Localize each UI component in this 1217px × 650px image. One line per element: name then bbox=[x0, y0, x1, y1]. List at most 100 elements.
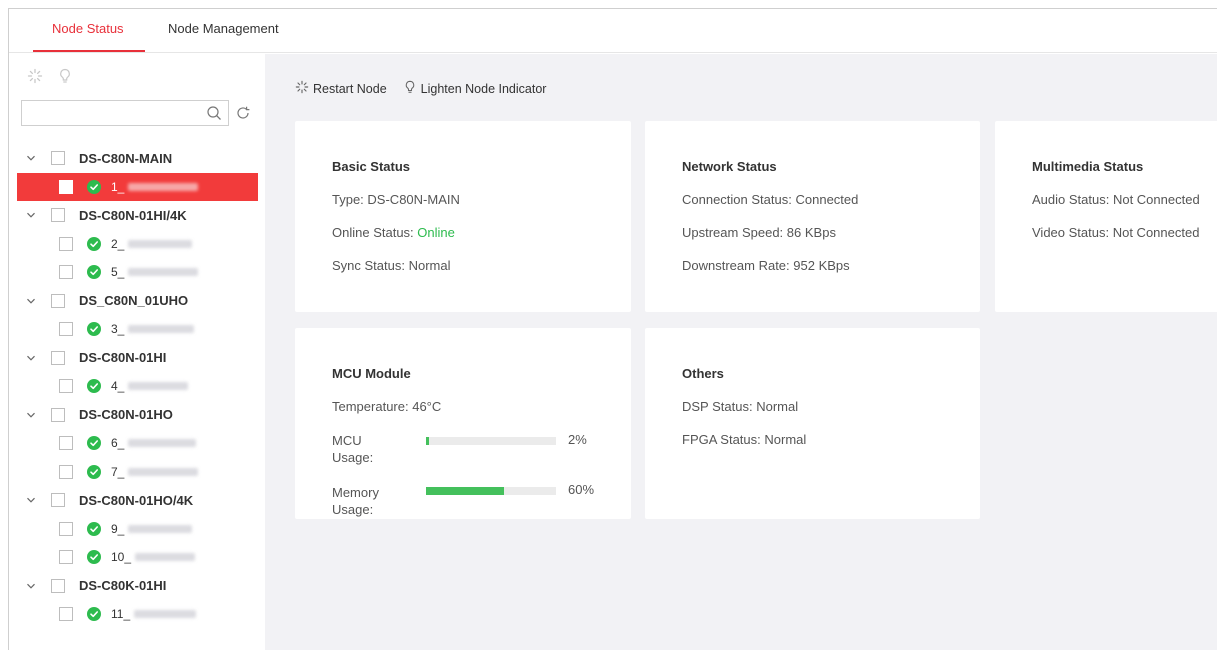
node-name: 9_ bbox=[111, 521, 125, 536]
tree-group[interactable]: DS_C80N_01UHO bbox=[9, 287, 264, 316]
group-checkbox[interactable] bbox=[51, 407, 65, 422]
tree-node[interactable]: 9_ bbox=[9, 515, 264, 544]
online-status-row: Online Status: Online bbox=[332, 225, 455, 240]
chevron-down-icon[interactable] bbox=[25, 152, 37, 164]
app-frame: Node Status Node Management DS-C80N-MAIN… bbox=[8, 8, 1217, 650]
tree-node[interactable]: 6_ bbox=[9, 429, 264, 458]
tree-node[interactable]: 5_ bbox=[9, 258, 264, 287]
group-checkbox[interactable] bbox=[51, 151, 65, 166]
redacted-ip bbox=[135, 553, 196, 562]
node-checkbox[interactable] bbox=[59, 550, 73, 565]
group-name: DS-C80N-01HO bbox=[79, 407, 173, 423]
lighten-node-indicator-button[interactable]: Lighten Node Indicator bbox=[403, 80, 546, 97]
node-checkbox[interactable] bbox=[59, 236, 73, 251]
tree-node[interactable]: 4_ bbox=[9, 372, 264, 401]
node-name: 5_ bbox=[111, 265, 125, 280]
chevron-down-icon[interactable] bbox=[25, 409, 37, 421]
online-check-icon bbox=[87, 379, 101, 394]
node-checkbox[interactable] bbox=[59, 521, 73, 536]
dsp-status-row: DSP Status: Normal bbox=[682, 399, 798, 414]
tree-node[interactable]: 2_ bbox=[9, 230, 264, 259]
sync-status-row: Sync Status: Normal bbox=[332, 258, 451, 273]
tree-group[interactable]: DS-C80K-01HI bbox=[9, 572, 264, 601]
tree-node[interactable]: 7_ bbox=[9, 458, 264, 487]
tab-bar: Node Status Node Management bbox=[9, 9, 1217, 53]
group-name: DS-C80N-MAIN bbox=[79, 150, 173, 166]
online-check-icon bbox=[87, 265, 101, 280]
group-name: DS_C80N_01UHO bbox=[79, 293, 189, 309]
tab-node-status[interactable]: Node Status bbox=[52, 21, 124, 36]
group-checkbox[interactable] bbox=[51, 578, 65, 593]
tree-node[interactable]: 10_ bbox=[9, 543, 264, 572]
video-status-label: Video Status: bbox=[1032, 225, 1110, 240]
online-check-icon bbox=[87, 322, 101, 337]
group-checkbox[interactable] bbox=[51, 208, 65, 223]
redacted-ip bbox=[128, 524, 193, 533]
group-checkbox[interactable] bbox=[51, 350, 65, 365]
node-checkbox[interactable] bbox=[59, 322, 73, 337]
card-title: MCU Module bbox=[332, 366, 411, 381]
node-search-input[interactable] bbox=[28, 105, 196, 121]
basic-status-card: Basic Status Type: DS-C80N-MAIN Online S… bbox=[295, 121, 631, 312]
memory-usage-bar bbox=[426, 487, 556, 495]
sidebar-toolbar bbox=[27, 68, 73, 84]
group-checkbox[interactable] bbox=[51, 293, 65, 308]
online-status-value: Online bbox=[417, 225, 455, 240]
node-checkbox[interactable] bbox=[59, 265, 73, 280]
node-checkbox[interactable] bbox=[59, 464, 73, 479]
audio-status-row: Audio Status: Not Connected bbox=[1032, 192, 1200, 207]
active-tab-indicator bbox=[33, 50, 145, 52]
upstream-speed-row: Upstream Speed: 86 KBps bbox=[682, 225, 836, 240]
node-name: 6_ bbox=[111, 436, 125, 451]
chevron-down-icon[interactable] bbox=[25, 295, 37, 307]
redacted-ip bbox=[128, 239, 193, 248]
restart-icon[interactable] bbox=[27, 68, 43, 84]
tree-node[interactable]: 3_ bbox=[9, 315, 264, 344]
online-check-icon bbox=[87, 550, 101, 565]
node-name: 3_ bbox=[111, 322, 125, 337]
chevron-down-icon[interactable] bbox=[25, 580, 37, 592]
tree-group[interactable]: DS-C80N-01HO/4K bbox=[9, 486, 264, 515]
online-check-icon bbox=[87, 236, 101, 251]
fpga-status-label: FPGA Status: bbox=[682, 432, 761, 447]
tree-group[interactable]: DS-C80N-01HO bbox=[9, 401, 264, 430]
chevron-down-icon[interactable] bbox=[25, 209, 37, 221]
mcu-module-card: MCU Module Temperature: 46°C MCU Usage: … bbox=[295, 328, 631, 519]
redacted-ip bbox=[128, 268, 199, 277]
tree-node[interactable]: 1_ bbox=[17, 172, 258, 201]
node-name: 1_ bbox=[111, 179, 125, 194]
node-search-box bbox=[21, 100, 229, 126]
downstream-rate-label: Downstream Rate: bbox=[682, 258, 790, 273]
restart-node-button[interactable]: Restart Node bbox=[295, 80, 387, 97]
online-check-icon bbox=[87, 436, 101, 451]
refresh-icon[interactable] bbox=[235, 105, 251, 121]
node-checkbox[interactable] bbox=[59, 607, 73, 622]
redacted-ip bbox=[128, 382, 189, 391]
memory-usage-fill bbox=[426, 487, 504, 495]
tab-node-management[interactable]: Node Management bbox=[168, 21, 279, 36]
node-checkbox[interactable] bbox=[59, 436, 73, 451]
temperature-value: 46°C bbox=[412, 399, 442, 414]
sync-status-value: Normal bbox=[408, 258, 451, 273]
dsp-status-value: Normal bbox=[756, 399, 799, 414]
node-checkbox[interactable] bbox=[59, 179, 73, 194]
online-check-icon bbox=[87, 464, 101, 479]
fpga-status-row: FPGA Status: Normal bbox=[682, 432, 806, 447]
mcu-usage-value: 2% bbox=[568, 432, 587, 447]
node-checkbox[interactable] bbox=[59, 379, 73, 394]
chevron-down-icon[interactable] bbox=[25, 494, 37, 506]
search-icon[interactable] bbox=[206, 105, 222, 121]
bulb-icon[interactable] bbox=[57, 68, 73, 84]
tree-group[interactable]: DS-C80N-01HI/4K bbox=[9, 201, 264, 230]
tree-group[interactable]: DS-C80N-MAIN bbox=[9, 144, 264, 173]
connection-status-label: Connection Status: bbox=[682, 192, 792, 207]
chevron-down-icon[interactable] bbox=[25, 352, 37, 364]
restart-icon bbox=[295, 80, 309, 97]
group-name: DS-C80N-01HI bbox=[79, 350, 167, 366]
audio-status-value: Not Connected bbox=[1112, 192, 1200, 207]
tree-group[interactable]: DS-C80N-01HI bbox=[9, 344, 264, 373]
temperature-row: Temperature: 46°C bbox=[332, 399, 441, 414]
group-checkbox[interactable] bbox=[51, 493, 65, 508]
bulb-icon bbox=[403, 80, 417, 97]
tree-node[interactable]: 11_ bbox=[9, 600, 264, 629]
